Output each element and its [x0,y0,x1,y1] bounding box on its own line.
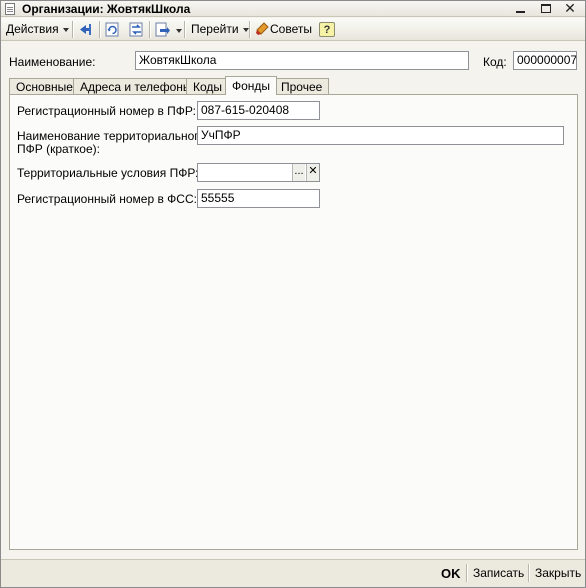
toolbar-separator [99,21,100,38]
select-button[interactable]: ... [292,164,305,181]
funds-tab-panel: Регистрационный номер в ПФР: 087-615-020… [9,94,578,550]
chevron-down-icon [242,27,249,32]
minimize-icon [515,11,525,13]
toolbar: Действия Перейти Советы ? [1,18,585,41]
maximize-icon [541,4,551,13]
close-window-button[interactable]: ✕ [561,1,579,16]
goto-menu-button[interactable]: Перейти [191,21,249,38]
actions-label: Действия [6,22,59,36]
tab-other[interactable]: Прочее [274,78,330,95]
title-bar[interactable]: Организации: ЖовтякШкола ✕ [1,1,585,17]
chevron-down-icon [62,27,69,32]
pfr-territory-name-field[interactable]: УчПФР [197,126,564,145]
tips-icon [256,22,269,35]
organization-form-window: Организации: ЖовтякШкола ✕ Действия Пере… [0,0,586,588]
tab-addresses-phones[interactable]: Адреса и телефоны [73,78,199,95]
help-icon[interactable]: ? [319,22,335,37]
window-title: Организации: ЖовтякШкола [22,2,191,16]
pfr-reg-number-label: Регистрационный номер в ПФР: [17,104,197,118]
actions-menu-button[interactable]: Действия [6,21,69,38]
pfr-reg-number-field[interactable]: 087-615-020408 [197,101,320,120]
close-button[interactable]: Закрыть [535,566,581,580]
report-icon[interactable] [154,21,171,38]
toolbar-separator [249,21,250,38]
tab-codes[interactable]: Коды [186,78,230,95]
name-label: Наименование: [9,55,96,69]
goto-label: Перейти [191,22,239,36]
document-icon [5,3,15,15]
back-arrow-icon[interactable] [78,21,95,38]
code-label: Код: [483,55,507,69]
pfr-territory-name-label-line2: ПФР (краткое): [17,142,100,156]
pfr-conditions-field[interactable]: ... ✕ [197,163,320,182]
fss-reg-number-label: Регистрационный номер в ФСС: [17,192,197,206]
code-field[interactable]: 000000007 [513,51,577,70]
footer-separator [466,564,467,582]
chevron-down-icon[interactable] [176,29,182,33]
toolbar-separator [72,21,73,38]
save-button[interactable]: Записать [473,566,524,580]
pfr-conditions-label: Территориальные условия ПФР: [17,166,199,180]
clear-button[interactable]: ✕ [306,164,319,181]
minimize-button[interactable] [511,1,529,16]
toolbar-separator [149,21,150,38]
fss-reg-number-field[interactable]: 55555 [197,189,320,208]
tab-main[interactable]: Основные [9,78,80,95]
refresh-icon[interactable] [104,21,121,38]
name-field[interactable]: ЖовтякШкола [135,51,469,70]
footer-bar: OK Записать Закрыть [1,559,585,587]
tab-funds[interactable]: Фонды [225,76,278,95]
maximize-button[interactable] [537,1,555,16]
tips-button[interactable]: Советы [255,21,312,38]
toolbar-separator [184,21,185,38]
tips-label: Советы [270,22,312,36]
switch-icon[interactable] [128,21,145,38]
footer-separator [528,564,529,582]
ok-button[interactable]: OK [441,566,461,581]
